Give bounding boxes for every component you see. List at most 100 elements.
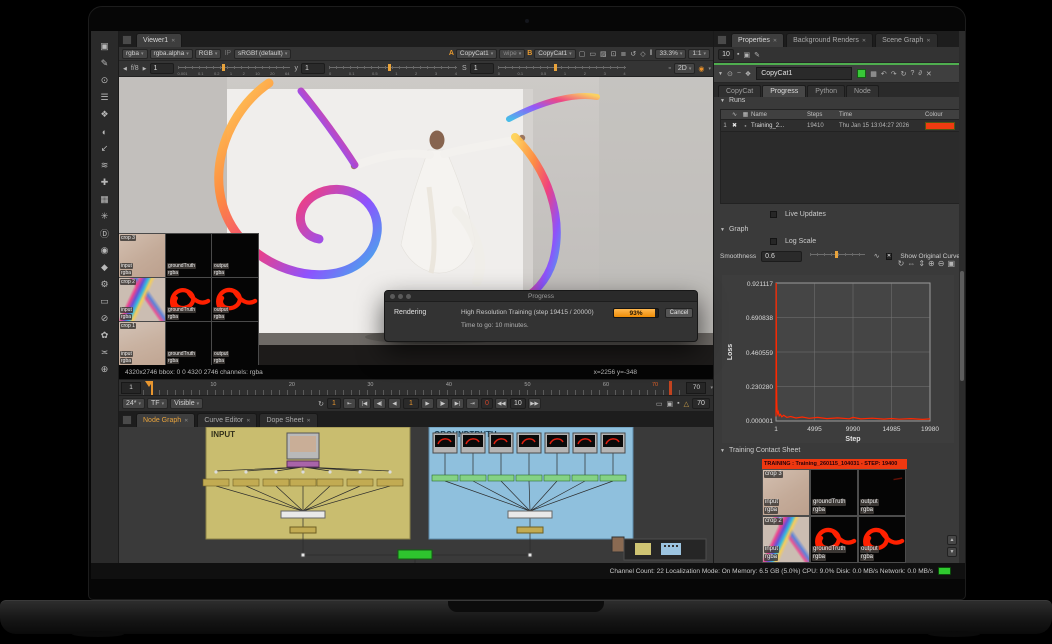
runs-section-header[interactable]: ▼ Runs xyxy=(720,97,745,104)
display-select[interactable]: RGB▾ xyxy=(195,49,222,59)
color-menu-button[interactable]: ❖ xyxy=(96,107,114,122)
close-icon[interactable]: ✕ xyxy=(184,418,188,424)
frame-range-icon[interactable]: ▭ xyxy=(654,400,665,408)
keyer-menu-button[interactable]: ↙ xyxy=(96,141,114,156)
node-graph-canvas[interactable]: INPUT xyxy=(119,427,713,563)
tab-curve-editor[interactable]: Curve Editor ✕ xyxy=(197,413,257,427)
channel-menu-button[interactable]: ☰ xyxy=(96,90,114,105)
edit-icon[interactable]: ✎ xyxy=(752,51,762,59)
contact-sheet-section-header[interactable]: ▼ Training Contact Sheet xyxy=(720,447,800,454)
play-forward-button[interactable]: ▶ xyxy=(421,398,434,409)
other-menu-button[interactable]: ▭ xyxy=(96,294,114,309)
3d-menu-button[interactable]: ▦ xyxy=(96,192,114,207)
loss-chart[interactable]: 0.921117 0.690838 0.460559 0.230280 0.00… xyxy=(722,275,954,443)
input-b-select[interactable]: CopyCat1▾ xyxy=(534,49,575,59)
checker-icon[interactable]: ▨ xyxy=(598,50,609,58)
draw-menu-button[interactable]: ✎ xyxy=(96,56,114,71)
curve-button-icon[interactable]: ∿ xyxy=(872,252,882,260)
last-frame-field[interactable]: 70 xyxy=(692,398,710,409)
frame-all-icon[interactable]: ▣ xyxy=(947,259,955,268)
ratio-select[interactable]: 1:1▾ xyxy=(688,49,710,59)
timeline-mode-select[interactable]: TF▾ xyxy=(147,398,168,409)
play-backward-button[interactable]: ◀ xyxy=(388,398,401,409)
saturation-slider[interactable]: 00.1 0.51 23 4 xyxy=(498,63,626,75)
format-icon[interactable]: ▭ xyxy=(587,50,598,58)
gamma-slider[interactable]: 00.1 0.51 23 4 xyxy=(329,63,457,75)
close-icon[interactable]: ✕ xyxy=(171,38,175,44)
show-original-checkbox[interactable]: ✕ xyxy=(886,253,893,260)
collapse-icon[interactable]: ▼ xyxy=(716,71,725,77)
visibility-select[interactable]: Visible▾ xyxy=(170,398,203,409)
smoothness-field[interactable]: 0.6 xyxy=(761,251,801,262)
gamma-field[interactable]: 1 xyxy=(301,63,325,74)
fstop-next-icon[interactable]: ▶ xyxy=(141,66,149,72)
undo-icon[interactable]: ↶ xyxy=(879,70,889,78)
loop-icon[interactable]: ↻ xyxy=(316,400,326,408)
snapshot-icon[interactable]: ▣ xyxy=(741,51,752,59)
fstop-prev-icon[interactable]: ◀ xyxy=(121,66,129,72)
live-updates-checkbox[interactable] xyxy=(770,211,777,218)
playhead[interactable] xyxy=(151,381,153,395)
close-icon[interactable]: ✕ xyxy=(926,38,930,44)
range-end-field[interactable]: 70 xyxy=(686,382,706,394)
goto-start-button[interactable]: ⇤ xyxy=(343,398,356,409)
tab-properties[interactable]: Properties ✕ xyxy=(731,33,784,47)
fps-select[interactable]: 24*▾ xyxy=(122,398,145,409)
out-frame-field[interactable]: 0 xyxy=(481,398,493,409)
graph-section-header[interactable]: ▼ Graph xyxy=(720,226,748,233)
max-panels-field[interactable]: 10 xyxy=(718,49,734,60)
close-icon[interactable]: ✕ xyxy=(306,418,310,424)
tab-python[interactable]: Python xyxy=(807,85,845,97)
channels-icon[interactable]: ▦ xyxy=(868,70,879,78)
run-enabled-checkbox[interactable]: ✖ xyxy=(729,122,740,129)
scrollbar-thumb[interactable] xyxy=(960,271,964,381)
gizmos-menu-button[interactable]: ✿ xyxy=(96,328,114,343)
time-menu-button[interactable]: ⊙ xyxy=(96,73,114,88)
step-back-button[interactable]: ◀| xyxy=(373,398,386,409)
pane-menu-icon[interactable] xyxy=(717,35,727,45)
next-keyframe-button[interactable]: ▶| xyxy=(451,398,464,409)
metadata-menu-button[interactable]: ◆ xyxy=(96,260,114,275)
tab-background-renders[interactable]: Background Renders ✕ xyxy=(786,33,873,47)
goto-end-button[interactable]: ⇥ xyxy=(466,398,479,409)
tab-copycat[interactable]: CopyCat xyxy=(718,85,761,97)
selection-box-icon[interactable]: ▫ xyxy=(666,65,672,72)
tab-viewer1[interactable]: Viewer1 ✕ xyxy=(136,33,182,47)
tab-progress[interactable]: Progress xyxy=(762,85,806,97)
scanline-icon[interactable]: ≣ xyxy=(618,50,628,58)
postage-stamp-icon[interactable]: ❖ xyxy=(743,70,753,78)
smoothness-slider[interactable] xyxy=(810,250,865,262)
scroll-down-button[interactable]: ▼ xyxy=(947,547,957,557)
zoom-in-icon[interactable]: ⊕ xyxy=(928,259,935,268)
tab-dope-sheet[interactable]: Dope Sheet ✕ xyxy=(259,413,317,427)
increment-button[interactable]: ▶▶ xyxy=(528,398,541,409)
revert-icon[interactable]: ↻ xyxy=(899,70,909,78)
particles-menu-button[interactable]: ✳ xyxy=(96,209,114,224)
node-name-field[interactable]: CopyCat1 xyxy=(756,67,852,80)
refresh-icon[interactable]: ↻ xyxy=(898,259,905,268)
dialog-titlebar[interactable]: Progress xyxy=(385,291,697,302)
step-forward-button[interactable]: |▶ xyxy=(436,398,449,409)
table-row[interactable]: 1 ✖ ● Training_2... 19410 Thu Jan 15 13:… xyxy=(720,120,960,132)
plugins-menu-button[interactable]: ⊕ xyxy=(96,362,114,377)
tab-node-graph[interactable]: Node Graph ✕ xyxy=(136,413,195,427)
zoom-out-icon[interactable]: ⊖ xyxy=(938,259,945,268)
range-start-field[interactable]: 1 xyxy=(121,382,141,394)
tab-node[interactable]: Node xyxy=(846,85,879,97)
views-menu-button[interactable]: ◉ xyxy=(96,243,114,258)
prev-keyframe-button[interactable]: |◀ xyxy=(358,398,371,409)
scroll-up-button[interactable]: ▲ xyxy=(947,535,957,545)
in-frame-field[interactable]: 1 xyxy=(327,398,341,409)
float-panel-icon[interactable]: ∂ xyxy=(916,70,923,77)
run-colour-swatch[interactable] xyxy=(925,122,955,130)
zoom-select[interactable]: 33.3%▾ xyxy=(655,49,686,59)
close-icon[interactable]: ✕ xyxy=(773,38,777,44)
frame-step-field[interactable]: 10 xyxy=(510,398,526,409)
view-mode-select[interactable]: 2D▾ xyxy=(674,63,695,74)
center-node-icon[interactable]: ⊙ xyxy=(725,70,735,78)
wipe-select[interactable]: wipe▾ xyxy=(499,49,525,59)
lut-select[interactable]: sRGBf (default)▾ xyxy=(234,49,291,59)
chevron-down-icon[interactable]: ▾ xyxy=(708,66,711,72)
frame-h-icon[interactable]: ⇔ xyxy=(907,259,915,268)
input-a-select[interactable]: CopyCat1▾ xyxy=(456,49,497,59)
